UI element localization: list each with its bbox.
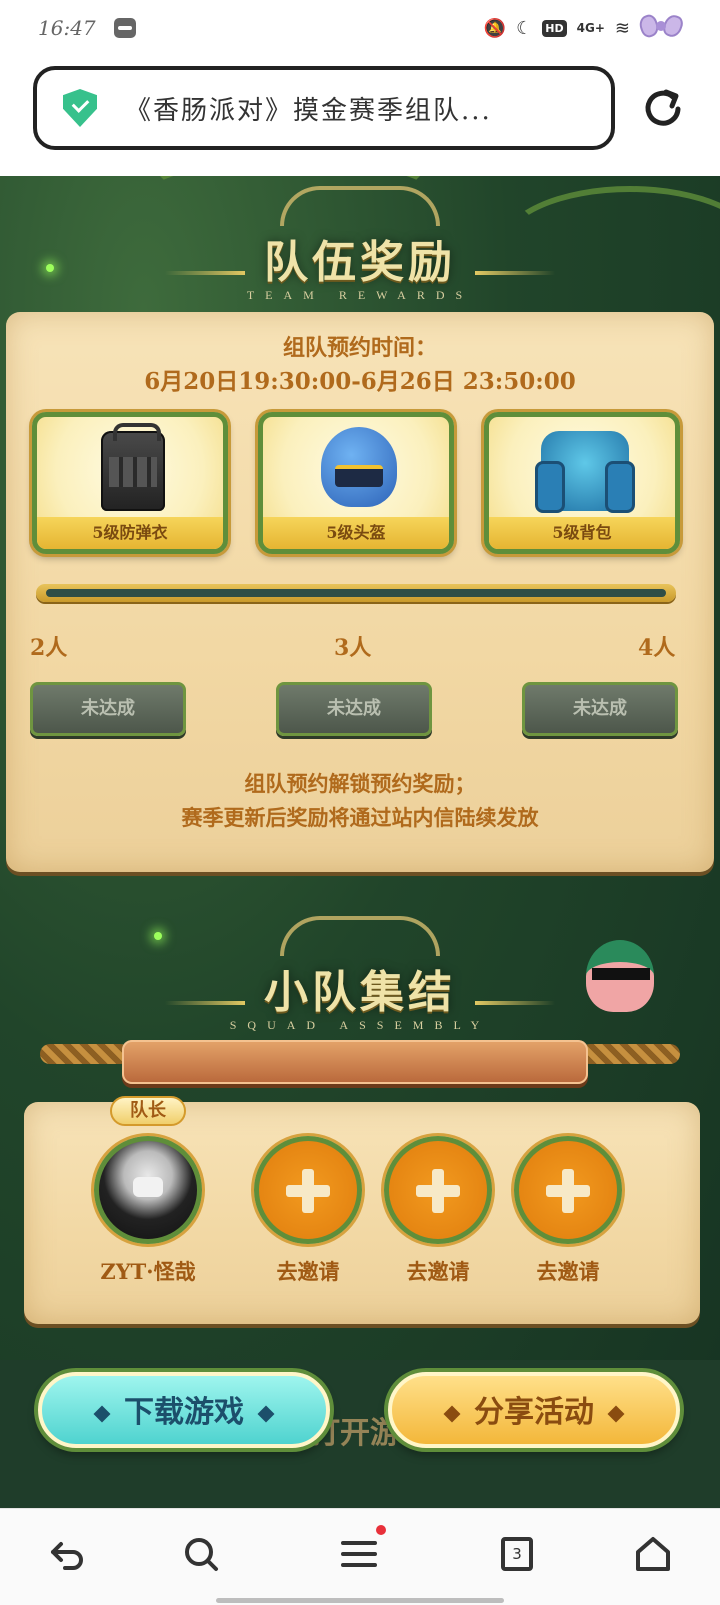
search-icon [185,1538,218,1571]
page-title-text: 《香肠派对》摸金赛季组队... [125,95,492,126]
title-wing-right [475,270,556,275]
download-game-button[interactable]: 下载游戏 [38,1372,330,1448]
backpack-icon [535,431,635,513]
back-button[interactable] [42,1529,92,1579]
rewards-subtitle: TEAM REWARDS [246,288,474,302]
invite-slot-2[interactable]: 去邀请 [382,1136,494,1286]
tier-status-button-3[interactable]: 未达成 [276,682,432,736]
invite-slot-3[interactable]: 去邀请 [512,1136,624,1286]
plus-icon [254,1136,362,1244]
team-progress-bar [36,584,676,602]
title-wing-right [475,1000,556,1005]
status-bar: 16:47 🔕 ☾ HD 4G+ ≋ [0,0,720,56]
diamond-icon [443,1405,461,1423]
security-shield-icon [63,89,97,127]
tier-status-button-4[interactable]: 未达成 [522,682,678,736]
invite-slot-1[interactable]: 去邀请 [252,1136,364,1286]
address-bar[interactable]: 《香肠派对》摸金赛季组队... [33,66,615,150]
home-indicator [216,1598,504,1603]
home-button[interactable] [628,1529,678,1579]
helmet-icon [321,427,397,507]
diamond-icon [607,1405,625,1423]
squad-title: 小队集结 [264,967,456,1018]
tabs-button[interactable]: 3 [492,1529,542,1579]
title-wing-left [164,270,245,275]
event-page: 队伍奖励 TEAM REWARDS 组队预约时间： 6月20日19:30:00-… [0,176,720,1508]
status-time: 16:47 [38,16,96,40]
back-icon [51,1542,83,1570]
diamond-icon [93,1405,111,1423]
diamond-icon [257,1405,275,1423]
avatar [94,1136,202,1244]
plus-icon [514,1136,622,1244]
rewards-title: 队伍奖励 [264,237,456,288]
tabs-count: 3 [501,1537,533,1571]
wifi-icon: ≋ [614,17,630,39]
reward-card-vest[interactable]: 5级防弹衣 [32,412,228,554]
menu-button[interactable] [334,1525,386,1579]
tier-label-3: 3人 [334,635,372,661]
reward-label: 5级防弹衣 [37,517,223,549]
bow-ribbon-icon [636,9,686,47]
reserve-time-range: 6月20日19:30:00-6月26日 23:50:00 [144,368,576,395]
reserve-time-label: 组队预约时间： [282,335,437,361]
share-activity-button[interactable]: 分享活动 [388,1372,680,1448]
title-ornament [280,916,440,956]
reward-notice-line2: 赛季更新后奖励将通过站内信陆续发放 [181,805,539,830]
status-icons: 🔕 ☾ HD 4G+ ≋ [483,9,686,47]
home-icon [636,1537,670,1571]
notification-app-icon [113,18,136,38]
reward-card-backpack[interactable]: 5级背包 [484,412,680,554]
reward-card-helmet[interactable]: 5级头盔 [258,412,454,554]
rope-decoration [40,1044,130,1064]
title-wing-left [164,1000,245,1005]
member-name: ZYT·怪哉 [100,1259,196,1284]
rewards-panel: 组队预约时间： 6月20日19:30:00-6月26日 23:50:00 5级防… [6,312,714,872]
tier-label-2: 2人 [30,635,68,661]
menu-icon [341,1541,377,1567]
reward-label: 5级背包 [489,517,675,549]
tier-label-4: 4人 [638,635,676,661]
mute-bell-icon: 🔕 [483,17,507,39]
moon-icon: ☾ [516,17,533,39]
wooden-plank [122,1040,588,1084]
share-label: 分享活动 [474,1395,594,1430]
plus-icon [384,1136,492,1244]
reload-icon[interactable] [640,86,686,132]
mascot-character [572,926,672,1046]
browser-bottom-nav: 3 [0,1508,720,1605]
squad-member-leader[interactable]: ZYT·怪哉 [92,1136,204,1286]
hd-badge: HD [542,19,567,37]
title-ornament [280,186,440,226]
search-button[interactable] [176,1529,226,1579]
reward-label: 5级头盔 [263,517,449,549]
rewards-title-block: 队伍奖励 TEAM REWARDS [0,186,720,303]
tier-status-button-2[interactable]: 未达成 [30,682,186,736]
invite-label: 去邀请 [276,1259,340,1284]
network-signal-label: 4G+ [576,21,605,35]
invite-label: 去邀请 [536,1259,600,1284]
invite-label: 去邀请 [406,1259,470,1284]
leader-badge: 队长 [110,1096,186,1126]
rope-decoration [580,1044,680,1064]
reward-notice-line1: 组队预约解锁预约奖励； [244,771,476,796]
notification-dot [376,1525,386,1535]
progress-track-inner [46,589,666,597]
download-label: 下载游戏 [124,1395,244,1430]
armor-vest-icon [101,423,165,511]
